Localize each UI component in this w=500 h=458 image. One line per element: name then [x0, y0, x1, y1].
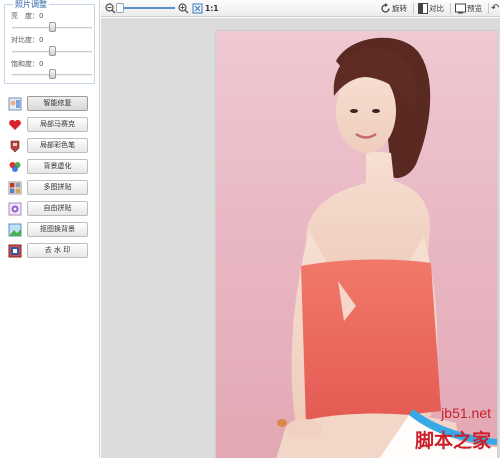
zoom-slider-knob[interactable]: [116, 3, 124, 13]
contrast-slider-knob[interactable]: [49, 46, 56, 56]
cutout-background-button[interactable]: 抠图换背景: [27, 222, 88, 237]
contrast-slider[interactable]: [12, 46, 92, 56]
tool-color-pen[interactable]: 局部彩色笔: [8, 138, 88, 154]
mosaic-button[interactable]: 局部马赛克: [27, 117, 88, 132]
saturation-slider[interactable]: [12, 69, 92, 79]
saturation-label: 饱和度：0: [11, 60, 44, 68]
compare-button[interactable]: 对比: [429, 2, 444, 15]
tool-remove-watermark[interactable]: 去 水 印: [8, 243, 88, 259]
remove-watermark-button[interactable]: 去 水 印: [27, 243, 88, 258]
photo-adjust-panel: 照片调整 亮 度：0 对比度：0 饱和度：0: [4, 0, 95, 84]
tool-free-collage[interactable]: 自由拼贴: [8, 201, 88, 217]
zoom-ratio-label[interactable]: 1:1: [205, 2, 218, 15]
tool-smart-repair[interactable]: 智能修复: [8, 96, 88, 112]
remove-watermark-icon: [8, 244, 22, 258]
compare-icon: [418, 3, 428, 14]
top-toolbar: 1:1 旋转 对比 预览 ↶: [101, 0, 500, 17]
smart-repair-icon: [8, 97, 22, 111]
free-collage-button[interactable]: 自由拼贴: [27, 201, 88, 216]
blur-background-icon: [9, 162, 21, 172]
smart-repair-button[interactable]: 智能修复: [27, 96, 88, 111]
tool-cutout-background[interactable]: 抠图换背景: [8, 222, 88, 238]
rotate-icon: [381, 3, 390, 13]
color-pen-button[interactable]: 局部彩色笔: [27, 138, 88, 153]
tool-blur-background[interactable]: 背景虚化: [8, 159, 88, 175]
brightness-slider-knob[interactable]: [49, 22, 56, 32]
portrait-illustration: [276, 37, 461, 458]
watermark-name: 脚本之家: [414, 430, 491, 452]
zoom-in-icon[interactable]: [178, 3, 189, 14]
brightness-slider[interactable]: [12, 22, 92, 32]
adjust-legend: 照片调整: [13, 0, 49, 9]
preview-button[interactable]: 预览: [467, 2, 482, 15]
site-watermark: jb51.net 脚本之家: [379, 395, 497, 458]
multi-collage-button[interactable]: 多图拼贴: [27, 180, 88, 195]
fit-screen-icon[interactable]: [192, 3, 203, 14]
saturation-slider-knob[interactable]: [49, 69, 56, 79]
cutout-background-icon: [8, 223, 22, 237]
blur-background-button[interactable]: 背景虚化: [27, 159, 88, 174]
rotate-button[interactable]: 旋转: [392, 2, 407, 15]
brightness-label: 亮 度：0: [11, 12, 44, 20]
left-panel: 照片调整 亮 度：0 对比度：0 饱和度：0 智能修复 局部马赛克 局部彩色笔: [0, 0, 100, 458]
multi-collage-icon: [8, 181, 22, 195]
editor-canvas: jb51.net 脚本之家: [101, 18, 500, 458]
edited-photo: jb51.net 脚本之家: [216, 31, 497, 458]
zoom-out-icon[interactable]: [105, 3, 116, 14]
preview-icon: [455, 3, 466, 14]
contrast-label: 对比度：0: [11, 36, 44, 44]
free-collage-icon: [8, 202, 22, 216]
undo-icon[interactable]: ↶: [491, 2, 499, 15]
mosaic-heart-icon: [9, 119, 21, 130]
tool-mosaic[interactable]: 局部马赛克: [8, 117, 88, 133]
zoom-slider[interactable]: [116, 3, 175, 13]
color-pen-icon: [10, 140, 20, 153]
tool-multi-collage[interactable]: 多图拼贴: [8, 180, 88, 196]
watermark-site: jb51.net: [441, 405, 491, 421]
